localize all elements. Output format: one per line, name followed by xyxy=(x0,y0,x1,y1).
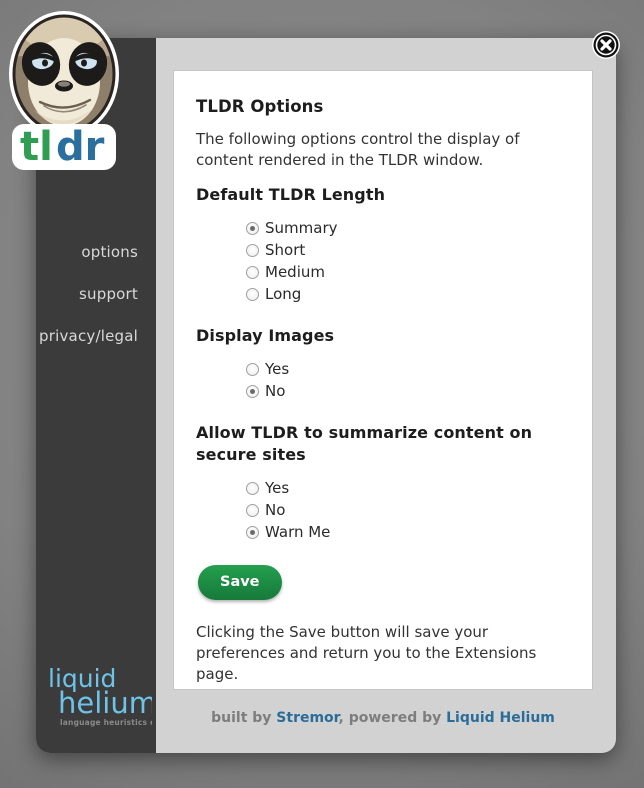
options-dialog: tl dr options support privacy/legal liqu… xyxy=(9,11,616,753)
radio-group-secure-sites: Yes No Warn Me xyxy=(246,477,570,543)
radio-mark-icon xyxy=(246,481,259,495)
radio-group-default-tldr-length: Summary Short Medium Long xyxy=(246,217,570,305)
sidebar-item-support[interactable]: support xyxy=(36,285,138,303)
radio-option-long[interactable]: Long xyxy=(246,283,570,305)
sidebar-nav: options support privacy/legal xyxy=(36,243,156,345)
radio-mark-icon xyxy=(246,384,259,398)
radio-mark-icon xyxy=(246,287,259,301)
group-title-default-tldr-length: Default TLDR Length xyxy=(196,185,386,204)
group-title-display-images: Display Images xyxy=(196,326,335,345)
page-title: TLDR Options xyxy=(196,97,324,116)
tldr-sloth-logo: tl dr xyxy=(0,6,128,178)
close-circle-icon xyxy=(592,31,620,59)
radio-mark-icon xyxy=(246,221,259,235)
radio-option-medium[interactable]: Medium xyxy=(246,261,570,283)
stremor-link[interactable]: Stremor xyxy=(276,710,338,726)
radio-group-display-images: Yes No xyxy=(246,358,570,402)
footer-credit: built by Stremor, powered by Liquid Heli… xyxy=(173,710,593,726)
radio-option-images-yes[interactable]: Yes xyxy=(246,358,570,380)
sidebar-item-privacy-legal[interactable]: privacy/legal xyxy=(36,327,138,345)
save-button[interactable]: Save xyxy=(198,565,282,600)
intro-text: The following options control the displa… xyxy=(196,130,520,169)
radio-option-short[interactable]: Short xyxy=(246,239,570,261)
sidebar: tl dr options support privacy/legal liqu… xyxy=(9,11,156,753)
liquid-helium-logo: liquid helium language heuristics engine xyxy=(46,661,152,733)
close-button[interactable] xyxy=(591,30,621,60)
svg-text:language heuristics engine: language heuristics engine xyxy=(60,718,152,727)
radio-mark-icon xyxy=(246,503,259,517)
radio-mark-icon xyxy=(246,265,259,279)
svg-text:dr: dr xyxy=(56,124,105,170)
radio-option-secure-warn-me[interactable]: Warn Me xyxy=(246,521,570,543)
options-content-panel: TLDR Options The following options contr… xyxy=(173,70,593,690)
radio-mark-icon xyxy=(246,525,259,539)
radio-option-secure-yes[interactable]: Yes xyxy=(246,477,570,499)
radio-mark-icon xyxy=(246,362,259,376)
radio-option-summary[interactable]: Summary xyxy=(246,217,570,239)
svg-text:helium: helium xyxy=(58,686,152,720)
liquid-helium-link[interactable]: Liquid Helium xyxy=(446,710,555,726)
credit-prefix: built by xyxy=(211,710,277,726)
credit-middle: , powered by xyxy=(338,710,447,726)
sidebar-item-options[interactable]: options xyxy=(36,243,138,261)
radio-option-secure-no[interactable]: No xyxy=(246,499,570,521)
group-title-secure-sites: Allow TLDR to summarize content on secur… xyxy=(196,423,533,464)
save-note: Clicking the Save button will save your … xyxy=(196,623,537,683)
svg-text:tl: tl xyxy=(20,124,53,170)
radio-mark-icon xyxy=(246,243,259,257)
radio-option-images-no[interactable]: No xyxy=(246,380,570,402)
